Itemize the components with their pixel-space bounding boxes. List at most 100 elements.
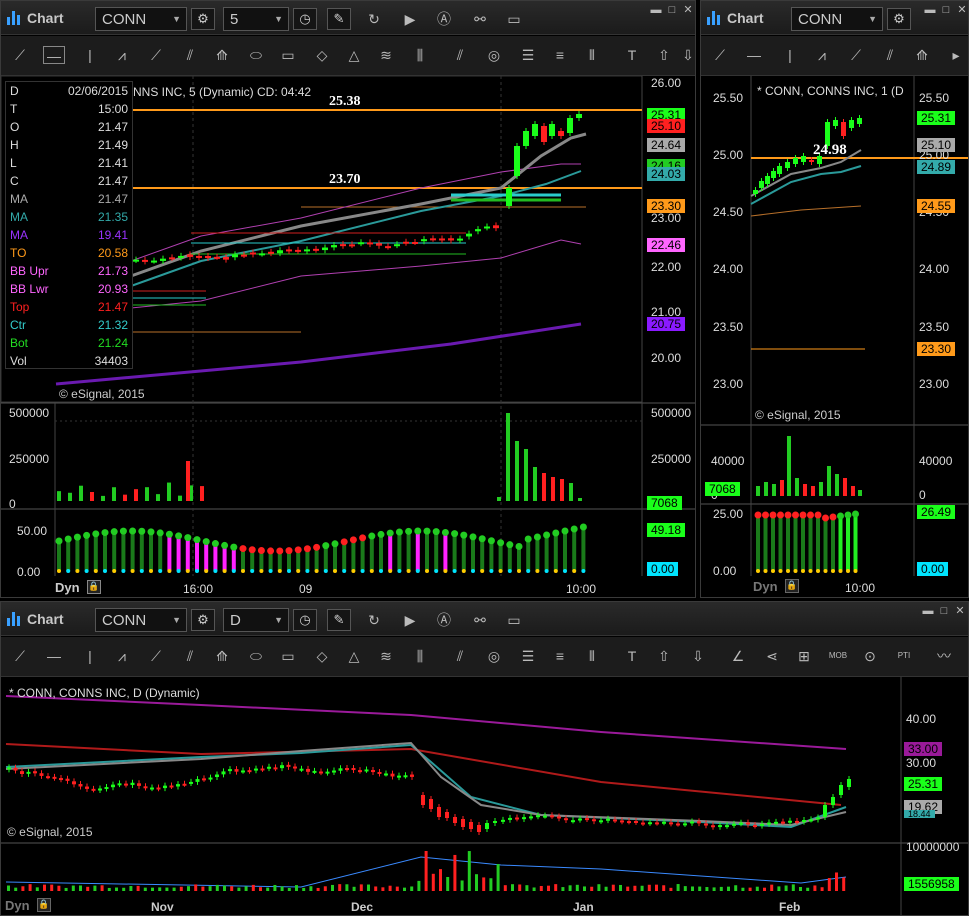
channel-tool-icon[interactable]: ≋ [375, 647, 397, 665]
clock-icon[interactable]: ◷ [293, 609, 317, 631]
close-icon[interactable]: ✕ [953, 605, 967, 617]
mob-tool-icon[interactable]: MOB [827, 647, 849, 665]
columns-icon[interactable]: ⫴ [581, 647, 603, 665]
pitchfork-tool-icon[interactable]: ⫽ [179, 647, 201, 665]
rectangle-tool-icon[interactable]: ▭ [277, 46, 299, 64]
line-tool-icon[interactable]: ⟋ [9, 46, 31, 64]
pitchfork-tool-icon[interactable]: ⫽ [879, 46, 901, 64]
text-tool-icon[interactable]: T [621, 647, 643, 665]
columns-icon[interactable]: ⫴ [581, 46, 603, 64]
more-tools-icon[interactable]: ▸ [945, 46, 967, 64]
fib-fan-tool-icon[interactable]: ⟋ [145, 46, 167, 64]
refresh-icon[interactable]: ↻ [363, 611, 385, 629]
parallel-lines-icon[interactable]: ⫽ [449, 647, 471, 665]
link-icon[interactable]: ⚯ [469, 10, 491, 28]
dyn-label[interactable]: Dyn [55, 580, 80, 595]
fib-fan-tool-icon[interactable]: ⟋ [845, 46, 867, 64]
vline-tool-icon[interactable]: | [79, 647, 101, 665]
vline-tool-icon[interactable]: | [79, 46, 101, 64]
ellipse-tool-icon[interactable]: ⬭ [245, 46, 267, 64]
hline-tool-icon[interactable]: — [43, 647, 65, 665]
pencil-icon[interactable]: ✎ [327, 8, 351, 30]
angle-tool-icon[interactable]: ∠ [727, 647, 749, 665]
pitchfork-tool-icon[interactable]: ⫽ [179, 46, 201, 64]
cycle-tool-icon[interactable]: ⫼ [409, 46, 431, 64]
triangle-tool-icon[interactable]: △ [343, 46, 365, 64]
triangle-tool-icon[interactable]: △ [343, 647, 365, 665]
cycle-tool-icon[interactable]: ⫼ [409, 647, 431, 665]
text-tool-icon[interactable]: T [621, 46, 643, 64]
chevron-down-icon[interactable]: ▼ [172, 615, 181, 625]
lock-icon[interactable]: 🔒 [37, 898, 51, 912]
symbol-input[interactable]: CONN ▼ [791, 7, 883, 31]
arrow-up-icon[interactable]: ⇧ [653, 46, 675, 64]
maximize-icon[interactable]: □ [939, 4, 953, 16]
chevron-down-icon[interactable]: ▼ [172, 14, 181, 24]
rectangle-tool-icon[interactable]: ▭ [277, 647, 299, 665]
gann-tool-icon[interactable]: ⟰ [911, 46, 933, 64]
link-icon[interactable]: ⚯ [469, 611, 491, 629]
alert-icon[interactable]: Ⓐ [433, 611, 455, 629]
dyn-label[interactable]: Dyn [753, 579, 778, 594]
minimize-icon[interactable]: ▬ [921, 605, 935, 617]
fan-tool-icon[interactable]: ⋖ [761, 647, 783, 665]
lines-icon[interactable]: ☰ [517, 647, 539, 665]
window-titlebar[interactable]: Chart CONN ▼ ⚙ ▬ □ ✕ [701, 1, 968, 35]
minimize-icon[interactable]: ▬ [649, 4, 663, 16]
line-tool-icon[interactable]: ⟋ [709, 46, 731, 64]
dyn-label[interactable]: Dyn [5, 898, 30, 913]
gann-tool-icon[interactable]: ⟰ [211, 647, 233, 665]
more-tools-icon[interactable]: ⇩ [677, 46, 699, 64]
lock-icon[interactable]: 🔒 [785, 579, 799, 593]
polyline-tool-icon[interactable]: ⩘ [111, 647, 133, 665]
alert-icon[interactable]: Ⓐ [433, 10, 455, 28]
wave-tool-icon[interactable]: 〰 [933, 647, 955, 665]
parallel-lines-icon[interactable]: ⫽ [449, 46, 471, 64]
chart-canvas-daily[interactable] [1, 677, 968, 915]
clock-icon[interactable]: ◷ [293, 8, 317, 30]
close-icon[interactable]: ✕ [955, 4, 969, 16]
diamond-tool-icon[interactable]: ◇ [311, 647, 333, 665]
symbol-settings-button[interactable]: ⚙ [191, 8, 215, 30]
hline-tool-icon[interactable]: — [43, 46, 65, 64]
maximize-icon[interactable]: □ [937, 605, 951, 617]
comment-icon[interactable]: ▭ [503, 10, 525, 28]
arrow-down-icon[interactable]: ⇩ [687, 647, 709, 665]
window-titlebar[interactable]: Chart CONN ▼ ⚙ D ▼ ◷ ✎ ↻ ▶ Ⓐ ⚯ ▭ ▬ □ ✕ [1, 602, 968, 636]
line-tool-icon[interactable]: ⟋ [9, 647, 31, 665]
gann-tool-icon[interactable]: ⟰ [211, 46, 233, 64]
bars-icon[interactable]: ≡ [549, 647, 571, 665]
play-icon[interactable]: ▶ [399, 611, 421, 629]
symbol-settings-button[interactable]: ⚙ [191, 609, 215, 631]
window-titlebar[interactable]: Chart CONN ▼ ⚙ 5 ▼ ◷ ✎ ↻ ▶ Ⓐ ⚯ ▭ ▬ □ ✕ [1, 1, 695, 35]
chevron-down-icon[interactable]: ▼ [274, 14, 283, 24]
symbol-input[interactable]: CONN ▼ [95, 7, 187, 31]
interval-input[interactable]: D ▼ [223, 608, 289, 632]
polyline-tool-icon[interactable]: ⩘ [111, 46, 133, 64]
polyline-tool-icon[interactable]: ⩘ [811, 46, 833, 64]
hline-tool-icon[interactable]: — [743, 46, 765, 64]
bars-icon[interactable]: ≡ [549, 46, 571, 64]
interval-input[interactable]: 5 ▼ [223, 7, 289, 31]
pti-tool-icon[interactable]: PTI [893, 647, 915, 665]
close-icon[interactable]: ✕ [681, 4, 695, 16]
target-icon[interactable]: ◎ [483, 46, 505, 64]
symbol-settings-button[interactable]: ⚙ [887, 8, 911, 30]
period-tool-icon[interactable]: ⊙ [859, 647, 881, 665]
maximize-icon[interactable]: □ [665, 4, 679, 16]
lines-icon[interactable]: ☰ [517, 46, 539, 64]
chevron-down-icon[interactable]: ▼ [274, 615, 283, 625]
lock-icon[interactable]: 🔒 [87, 580, 101, 594]
refresh-icon[interactable]: ↻ [363, 10, 385, 28]
chevron-down-icon[interactable]: ▼ [868, 14, 877, 24]
target-icon[interactable]: ◎ [483, 647, 505, 665]
ellipse-tool-icon[interactable]: ⬭ [245, 647, 267, 665]
play-icon[interactable]: ▶ [399, 10, 421, 28]
minimize-icon[interactable]: ▬ [923, 4, 937, 16]
arrow-up-icon[interactable]: ⇧ [653, 647, 675, 665]
pencil-icon[interactable]: ✎ [327, 609, 351, 631]
grid-tool-icon[interactable]: ⊞ [793, 647, 815, 665]
vline-tool-icon[interactable]: | [779, 46, 801, 64]
diamond-tool-icon[interactable]: ◇ [311, 46, 333, 64]
fib-fan-tool-icon[interactable]: ⟋ [145, 647, 167, 665]
